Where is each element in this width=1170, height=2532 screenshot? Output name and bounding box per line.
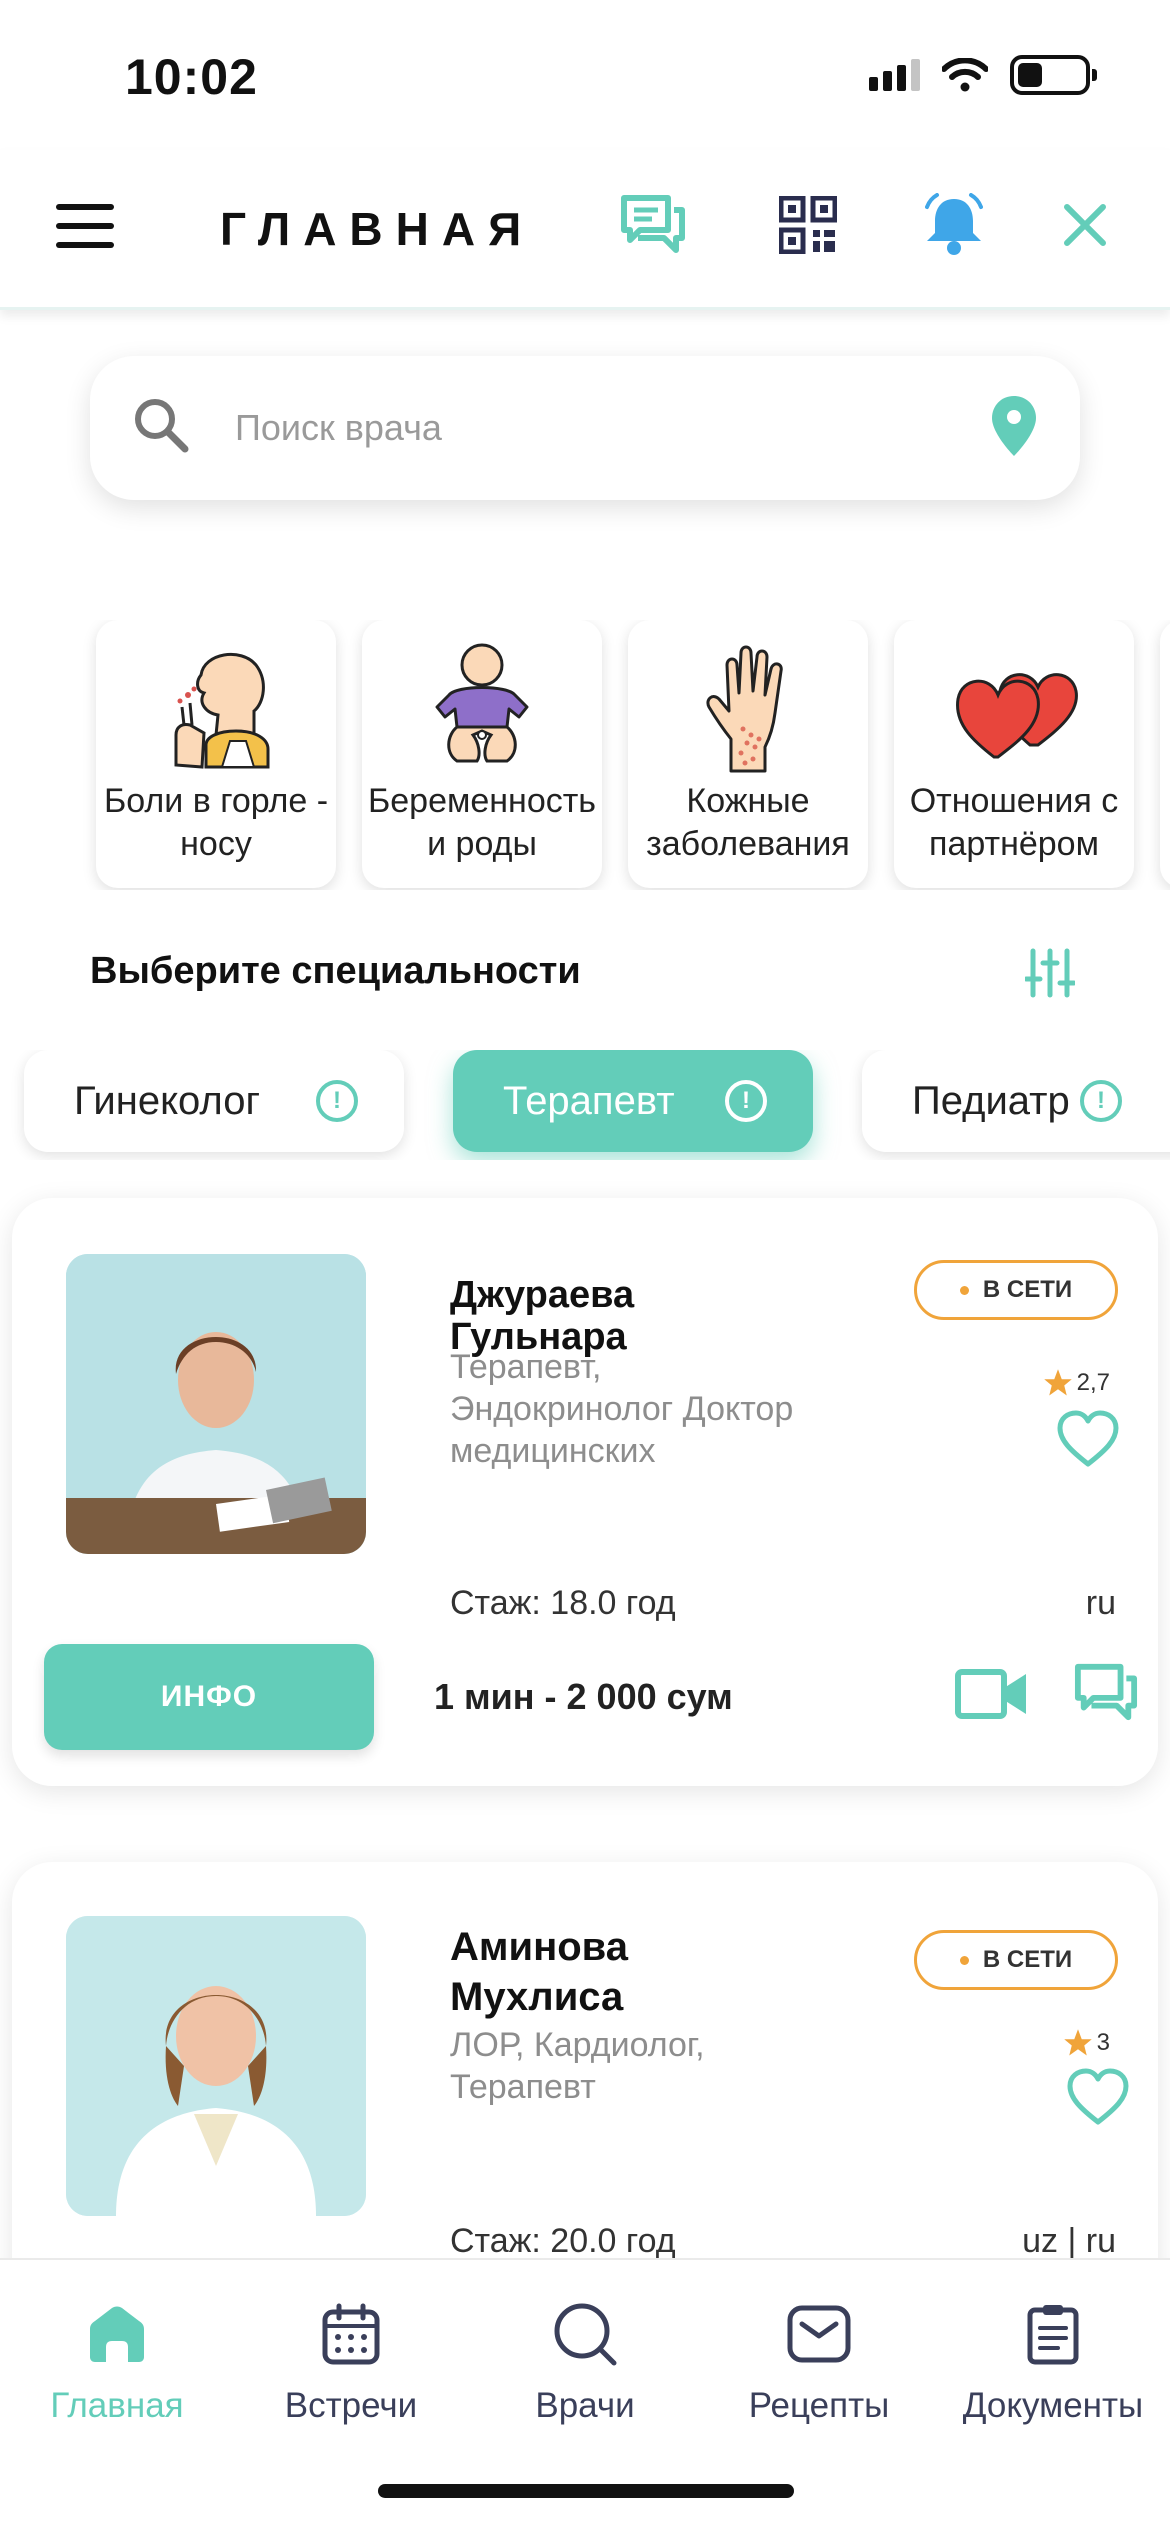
rating-value: 3 [1096, 2029, 1110, 2056]
nav-label: Главная [50, 2386, 184, 2425]
specialties-title: Выберите специальности [90, 950, 581, 992]
star-icon [1063, 2029, 1092, 2056]
doctor-languages: ru [1085, 1584, 1116, 1622]
consultation-price: 1 мин - 2 000 сум [434, 1676, 733, 1717]
chip-gynecologist[interactable]: Гинеколог ! [24, 1050, 404, 1152]
info-icon[interactable]: ! [725, 1080, 767, 1122]
rating: 3 [1063, 2028, 1110, 2058]
doctor-name: Аминова Мухлиса [450, 1925, 628, 2019]
specialty-chips: Гинеколог ! Терапевт ! Педиатр ! [0, 1050, 1170, 1160]
cellular-signal-icon [869, 59, 920, 91]
doctor-experience: Стаж: 18.0 год [450, 1584, 676, 1622]
search-icon[interactable] [132, 396, 190, 454]
status-badge: В СЕТИ [914, 1260, 1118, 1320]
category-card-throat[interactable]: Боли в горле - носу [96, 620, 336, 888]
calendar-icon [322, 2303, 380, 2365]
rating: 2,7 [1043, 1368, 1110, 1398]
prescription-icon [787, 2305, 851, 2363]
star-icon [1043, 1369, 1072, 1396]
chip-label: Гинеколог [74, 1078, 261, 1123]
nav-label: Рецепты [748, 2386, 890, 2425]
bell-icon[interactable] [919, 190, 989, 260]
search-input[interactable] [235, 400, 975, 456]
chip-therapist[interactable]: Терапевт ! [453, 1050, 813, 1152]
top-header: ГЛАВНАЯ [0, 150, 1170, 310]
category-label: Кожные заболевания [646, 782, 850, 863]
wifi-icon [942, 58, 988, 92]
category-card-relationships[interactable]: Отношения с партнёром [894, 620, 1134, 888]
status-badge: В СЕТИ [914, 1930, 1118, 1990]
sore-throat-icon [174, 652, 270, 769]
document-icon [1027, 2305, 1079, 2365]
baby-icon [435, 643, 529, 762]
home-icon [90, 2306, 144, 2362]
search-icon [554, 2303, 617, 2366]
chat-icon[interactable] [1074, 1662, 1138, 1724]
chat-icon[interactable] [618, 190, 688, 260]
nav-label: Встречи [284, 2386, 418, 2425]
search-bar [90, 356, 1080, 500]
info-button[interactable]: ИНФО [44, 1644, 374, 1750]
info-icon[interactable]: ! [1080, 1080, 1122, 1122]
category-label: Беременность и роды [367, 782, 597, 863]
nav-appointments[interactable]: Встречи [234, 2294, 468, 2426]
category-label: Отношения с партнёром [909, 782, 1119, 863]
category-label: Боли в горле - носу [103, 782, 329, 863]
qr-code-icon[interactable] [773, 190, 843, 260]
chip-label: Терапевт [503, 1078, 675, 1123]
nav-home[interactable]: Главная [0, 2294, 234, 2426]
doctor-experience: Стаж: 20.0 год [450, 2222, 676, 2260]
chip-pediatrician[interactable]: Педиатр ! [862, 1050, 1170, 1152]
nav-prescriptions[interactable]: Рецепты [702, 2294, 936, 2426]
chip-label: Педиатр [912, 1078, 1070, 1123]
close-icon[interactable] [1050, 190, 1120, 260]
status-icons [869, 55, 1097, 95]
filter-sliders-icon[interactable] [1025, 947, 1075, 999]
doctor-specialty: ЛОР, Кардиолог, Терапевт [450, 2026, 705, 2106]
category-card-more[interactable] [1160, 620, 1170, 888]
hearts-icon [956, 672, 1078, 758]
info-icon[interactable]: ! [316, 1080, 358, 1122]
home-indicator[interactable] [378, 2484, 794, 2498]
rating-value: 2,7 [1076, 1369, 1110, 1396]
doctor-specialty: Терапевт, Эндокринолог Доктор медицински… [450, 1348, 794, 1470]
doctor-card[interactable]: Джураева Гульнара Терапевт, Эндокринолог… [12, 1198, 1158, 1786]
menu-icon[interactable] [56, 204, 114, 248]
nav-doctors[interactable]: Врачи [468, 2294, 702, 2426]
nav-label: Документы [962, 2386, 1144, 2425]
favorite-heart-icon[interactable] [1066, 2068, 1130, 2126]
status-bar: 10:02 [0, 0, 1170, 150]
category-card-pregnancy[interactable]: Беременность и роды [362, 620, 602, 888]
doctor-photo [66, 1254, 366, 1554]
location-pin-icon[interactable] [990, 394, 1038, 458]
status-time: 10:02 [125, 49, 258, 105]
doctor-languages: uz | ru [1022, 2222, 1116, 2260]
nav-label: Врачи [535, 2386, 635, 2425]
hand-rash-icon [706, 645, 783, 772]
favorite-heart-icon[interactable] [1056, 1410, 1120, 1468]
category-carousel: Боли в горле - носу Беременность и роды … [0, 620, 1170, 890]
category-card-skin[interactable]: Кожные заболевания [628, 620, 868, 888]
nav-documents[interactable]: Документы [936, 2294, 1170, 2426]
battery-icon [1010, 55, 1097, 95]
doctor-photo [66, 1916, 366, 2216]
page-title: ГЛАВНАЯ [220, 203, 535, 255]
video-call-icon[interactable] [954, 1666, 1030, 1722]
